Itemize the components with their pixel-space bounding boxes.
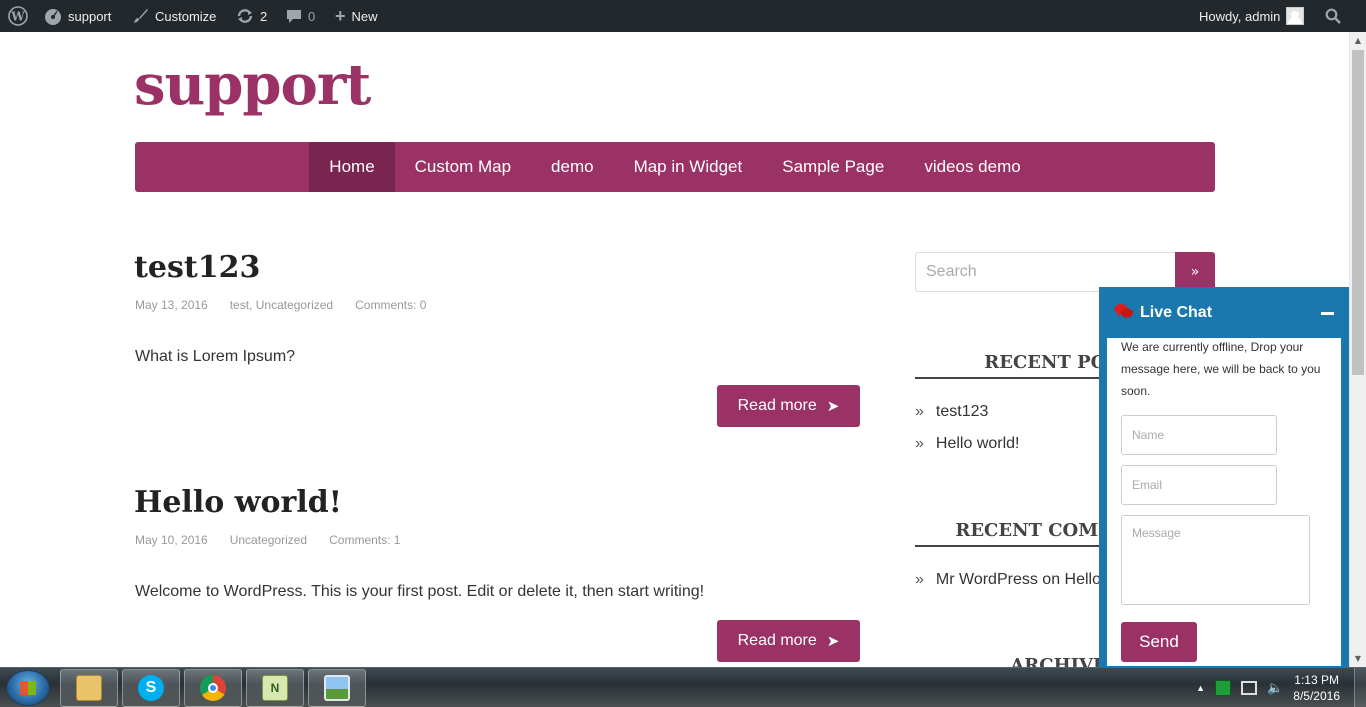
nav-item-home[interactable]: Home — [309, 142, 395, 192]
nav-item-map-in-widget[interactable]: Map in Widget — [614, 142, 763, 192]
updates-link[interactable]: 2 — [236, 0, 267, 32]
system-tray: ▲ 🔈 1:13 PM 8/5/2016 — [1196, 668, 1366, 707]
scroll-thumb[interactable] — [1352, 50, 1364, 375]
admin-search-icon[interactable] — [1325, 0, 1341, 32]
arrow-right-icon: ➤ — [826, 398, 840, 415]
taskbar-explorer[interactable] — [60, 669, 118, 707]
read-more-label: Read more — [737, 397, 817, 414]
taskbar-notepad-plus[interactable]: N — [246, 669, 304, 707]
chat-name-field[interactable] — [1121, 415, 1277, 455]
post-comments-count[interactable]: Comments: 1 — [329, 533, 400, 547]
site-name-menu[interactable]: support — [44, 0, 111, 32]
site-title[interactable]: support — [134, 52, 371, 118]
notepad-icon: N — [262, 675, 288, 701]
post-excerpt: Welcome to WordPress. This is your first… — [135, 583, 705, 600]
site-name-label: support — [68, 8, 112, 24]
arrow-right-icon: ➤ — [826, 633, 840, 650]
folder-icon — [76, 675, 102, 701]
taskbar-chrome[interactable] — [184, 669, 242, 707]
refresh-icon — [236, 7, 254, 25]
network-icon[interactable] — [1241, 681, 1258, 695]
comment-bubble-icon — [286, 8, 302, 24]
post-title[interactable]: test123 — [134, 250, 260, 285]
post-date[interactable]: May 13, 2016 — [135, 298, 208, 312]
updates-count: 2 — [260, 8, 268, 24]
brush-icon — [133, 8, 149, 24]
greeting-label: Howdy, admin — [1199, 8, 1281, 24]
wordpress-logo-icon[interactable]: W — [8, 0, 28, 32]
clock[interactable]: 1:13 PM 8/5/2016 — [1293, 672, 1340, 704]
chrome-icon — [200, 675, 226, 701]
live-chat-body: We are currently offline, Drop your mess… — [1100, 338, 1348, 666]
offline-message: We are currently offline, Drop your mess… — [1121, 340, 1321, 398]
bullet-icon: » — [915, 403, 924, 420]
skype-icon: S — [138, 675, 164, 701]
svg-text:W: W — [10, 10, 25, 24]
recent-post-link[interactable]: Hello world! — [936, 435, 1020, 453]
nav-item-sample-page[interactable]: Sample Page — [762, 142, 904, 192]
nav-item-videos-demo[interactable]: videos demo — [904, 142, 1040, 192]
main-navigation: Home Custom Map demo Map in Widget Sampl… — [135, 142, 1215, 192]
bullet-icon: » — [915, 571, 924, 588]
post-meta: May 13, 2016 test, Uncategorized Comment… — [135, 298, 448, 312]
post-comments-count[interactable]: Comments: 0 — [355, 298, 426, 312]
read-more-label: Read more — [737, 632, 817, 649]
scroll-up-arrow-icon[interactable]: ▲ — [1350, 32, 1366, 49]
search-input[interactable] — [915, 252, 1176, 292]
comments-count: 0 — [308, 8, 316, 24]
recent-posts-list: » test123 » Hello world! — [915, 396, 1020, 460]
volume-muted-icon[interactable]: 🔈 — [1267, 680, 1283, 696]
minimize-icon[interactable] — [1321, 312, 1334, 315]
green-app-icon[interactable] — [1215, 680, 1232, 696]
page-scrollbar[interactable]: ▲ ▼ — [1349, 32, 1366, 667]
post-categories[interactable]: test, Uncategorized — [230, 298, 333, 312]
chat-send-button[interactable]: Send — [1121, 622, 1197, 662]
read-more-button[interactable]: Read more ➤ — [717, 620, 860, 662]
dashboard-icon — [44, 7, 62, 25]
post-meta: May 10, 2016 Uncategorized Comments: 1 — [135, 533, 422, 547]
scroll-down-arrow-icon[interactable]: ▼ — [1350, 650, 1366, 667]
post-categories[interactable]: Uncategorized — [230, 533, 307, 547]
admin-bar: W support Customize 2 0 + New Howdy, adm… — [0, 0, 1366, 32]
plus-icon: + — [335, 5, 346, 26]
chat-email-field[interactable] — [1121, 465, 1277, 505]
post-title[interactable]: Hello world! — [134, 485, 342, 520]
live-chat-header[interactable]: Live Chat — [1100, 288, 1348, 338]
search-button[interactable]: » — [1175, 252, 1215, 292]
customize-label: Customize — [155, 8, 217, 24]
new-content-menu[interactable]: + New — [335, 0, 378, 32]
chat-bubbles-icon — [1114, 303, 1134, 324]
live-chat-title: Live Chat — [1140, 304, 1213, 321]
recent-post-link[interactable]: test123 — [936, 403, 988, 421]
post-date[interactable]: May 10, 2016 — [135, 533, 208, 547]
taskbar-skype[interactable]: S — [122, 669, 180, 707]
bullet-icon: » — [915, 435, 924, 452]
taskbar-photo-viewer[interactable] — [308, 669, 366, 707]
clock-date: 8/5/2016 — [1293, 689, 1340, 703]
post-excerpt: What is Lorem Ipsum? — [135, 348, 296, 365]
new-label: New — [351, 8, 378, 24]
live-chat-widget: Live Chat We are currently offline, Drop… — [1099, 287, 1349, 667]
list-item: » Hello world! — [915, 428, 1020, 460]
nav-item-demo[interactable]: demo — [531, 142, 614, 192]
show-desktop-button[interactable] — [1354, 668, 1366, 707]
picture-icon — [324, 675, 350, 701]
windows-taskbar: S N ▲ 🔈 1:13 PM 8/5/2016 — [0, 667, 1366, 707]
customize-link[interactable]: Customize — [133, 0, 216, 32]
comments-link[interactable]: 0 — [286, 0, 315, 32]
nav-item-custom-map[interactable]: Custom Map — [395, 142, 531, 192]
chat-message-field[interactable] — [1121, 515, 1310, 605]
avatar — [1286, 7, 1305, 25]
account-menu[interactable]: Howdy, admin — [1199, 0, 1305, 32]
show-hidden-icons[interactable]: ▲ — [1196, 683, 1205, 693]
read-more-button[interactable]: Read more ➤ — [717, 385, 860, 427]
start-button[interactable] — [6, 670, 50, 706]
clock-time: 1:13 PM — [1294, 673, 1339, 687]
list-item: » test123 — [915, 396, 1020, 428]
